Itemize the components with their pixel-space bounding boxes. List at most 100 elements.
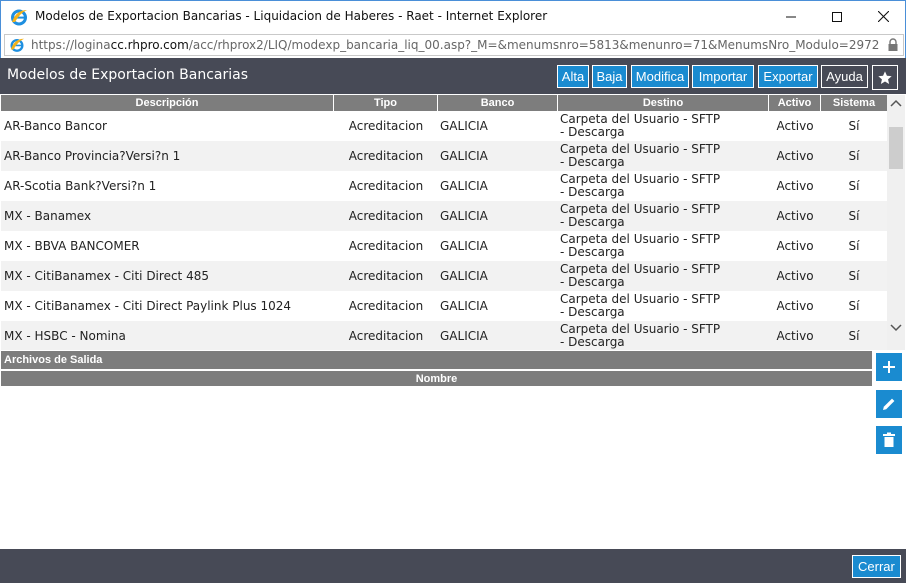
address-bar: https://loginacc.rhpro.com/acc/rhprox2/L… (0, 32, 906, 58)
cell-destino: Carpeta del Usuario - SFTP - Descarga (560, 262, 721, 289)
col-descripcion[interactable]: Descripción (1, 95, 334, 111)
cell-sistema: Sí (848, 239, 860, 253)
col-banco[interactable]: Banco (438, 95, 558, 111)
archivos-section-title: Archivos de Salida (1, 351, 872, 369)
cell-destino: Carpeta del Usuario - SFTP - Descarga (560, 202, 721, 229)
cell-banco: GALICIA (440, 179, 488, 193)
cell-destino: Carpeta del Usuario - SFTP - Descarga (560, 142, 721, 169)
cell-banco: GALICIA (440, 119, 488, 133)
cell-tipo: Acreditacion (348, 119, 424, 133)
col-nombre[interactable]: Nombre (1, 370, 872, 386)
scroll-up-icon[interactable] (890, 98, 902, 110)
modifica-button[interactable]: Modifica (631, 65, 689, 88)
add-file-button[interactable] (876, 353, 902, 381)
ie-icon (10, 38, 25, 52)
cell-descripcion: MX - Banamex (4, 209, 92, 223)
maximize-button[interactable] (814, 1, 860, 32)
cell-activo: Activo (776, 119, 814, 133)
exportar-button[interactable]: Exportar (758, 65, 818, 88)
cell-activo: Activo (776, 299, 814, 313)
table-scrollbar[interactable] (887, 95, 905, 350)
cell-destino: Carpeta del Usuario - SFTP - Descarga (560, 292, 721, 319)
cell-activo: Activo (776, 269, 814, 283)
cerrar-button[interactable]: Cerrar (852, 555, 901, 578)
scrollbar-thumb[interactable] (889, 127, 903, 169)
url-field[interactable]: https://loginacc.rhpro.com/acc/rhprox2/L… (4, 34, 904, 56)
alta-button[interactable]: Alta (557, 65, 589, 88)
cell-banco: GALICIA (440, 209, 488, 223)
cell-sistema: Sí (848, 209, 860, 223)
cell-destino: Carpeta del Usuario - SFTP - Descarga (560, 322, 721, 349)
edit-file-button[interactable] (876, 390, 902, 418)
cell-activo: Activo (776, 239, 814, 253)
cell-destino: Carpeta del Usuario - SFTP - Descarga (560, 112, 721, 139)
cell-activo: Activo (776, 209, 814, 223)
scroll-down-icon[interactable] (890, 321, 902, 333)
star-icon (878, 70, 892, 84)
table-header: Descripción Tipo Banco Destino Activo Si… (1, 95, 887, 111)
cell-descripcion: MX - CitiBanamex - Citi Direct Paylink P… (4, 299, 292, 313)
table-row[interactable]: MX - Banamex Acreditacion GALICIA Carpeta d… (1, 201, 887, 231)
url-prefix: https://logina (31, 38, 111, 52)
cell-tipo: Acreditacion (348, 299, 424, 313)
plus-icon (883, 361, 895, 373)
ie-icon (11, 9, 27, 26)
cell-sistema: Sí (848, 329, 860, 343)
models-table: Descripción Tipo Banco Destino Activo Si… (1, 95, 887, 350)
importar-button[interactable]: Importar (692, 65, 754, 88)
table-row[interactable]: MX - CitiBanamex - Citi Direct 485 Acredi… (1, 261, 887, 291)
favorite-button[interactable] (872, 65, 898, 90)
cell-tipo: Acreditacion (348, 329, 424, 343)
cell-descripcion: MX - CitiBanamex - Citi Direct 485 (4, 269, 209, 283)
cell-banco: GALICIA (440, 239, 488, 253)
table-row[interactable]: MX - CitiBanamex - Citi Direct Paylink P… (1, 291, 887, 321)
ayuda-button[interactable]: Ayuda (821, 65, 868, 88)
pencil-icon (883, 398, 895, 410)
url-text: https://loginacc.rhpro.com/acc/rhprox2/L… (31, 38, 879, 52)
cell-sistema: Sí (848, 179, 860, 193)
table-row[interactable]: MX - HSBC - Nomina Acreditacion GALICIA Car… (1, 321, 887, 350)
footer-bar (0, 549, 906, 583)
col-tipo[interactable]: Tipo (334, 95, 438, 111)
cell-sistema: Sí (848, 149, 860, 163)
cell-destino: Carpeta del Usuario - SFTP - Descarga (560, 232, 721, 259)
cell-destino: Carpeta del Usuario - SFTP - Descarga (560, 172, 721, 199)
cell-banco: GALICIA (440, 269, 488, 283)
url-path: /acc/rhprox2/LIQ/modexp_bancaria_liq_00.… (188, 38, 880, 52)
minimize-button[interactable] (768, 1, 814, 32)
cell-tipo: Acreditacion (348, 149, 424, 163)
cell-tipo: Acreditacion (348, 269, 424, 283)
window-title: Modelos de Exportacion Bancarias - Liqui… (35, 9, 548, 23)
cell-tipo: Acreditacion (348, 239, 424, 253)
col-destino[interactable]: Destino (558, 95, 769, 111)
cell-descripcion: AR-Banco Provincia?Versi?n 1 (4, 149, 181, 163)
window-close-button[interactable] (860, 1, 906, 32)
cell-activo: Activo (776, 179, 814, 193)
baja-button[interactable]: Baja (592, 65, 627, 88)
maximize-icon (832, 11, 842, 22)
lock-icon (888, 38, 898, 51)
col-activo[interactable]: Activo (769, 95, 821, 111)
cell-descripcion: AR-Scotia Bank?Versi?n 1 (4, 179, 157, 193)
cell-descripcion: MX - HSBC - Nomina (4, 329, 126, 343)
window-titlebar: Modelos de Exportacion Bancarias - Liqui… (0, 0, 906, 32)
cell-tipo: Acreditacion (348, 209, 424, 223)
table-row[interactable]: AR-Banco Provincia?Versi?n 1 Acreditacion… (1, 141, 887, 171)
col-sistema[interactable]: Sistema (821, 95, 887, 111)
cell-banco: GALICIA (440, 299, 488, 313)
page-title: Modelos de Exportacion Bancarias (7, 67, 249, 83)
url-domain: cc.rhpro.com (110, 38, 189, 52)
table-row[interactable]: AR-Banco Bancor Acreditacion GALICIA Carpet… (1, 111, 887, 141)
close-icon (877, 11, 889, 22)
cell-tipo: Acreditacion (348, 179, 424, 193)
trash-icon (883, 432, 895, 447)
cell-banco: GALICIA (440, 329, 488, 343)
cell-sistema: Sí (848, 269, 860, 283)
cell-descripcion: MX - BBVA BANCOMER (4, 239, 140, 253)
cell-sistema: Sí (848, 119, 860, 133)
minimize-icon (786, 16, 796, 17)
table-row[interactable]: AR-Scotia Bank?Versi?n 1 Acreditacion GALI… (1, 171, 887, 201)
cell-banco: GALICIA (440, 149, 488, 163)
delete-file-button[interactable] (876, 426, 902, 454)
table-row[interactable]: MX - BBVA BANCOMER Acreditacion GALICIA Car… (1, 231, 887, 261)
